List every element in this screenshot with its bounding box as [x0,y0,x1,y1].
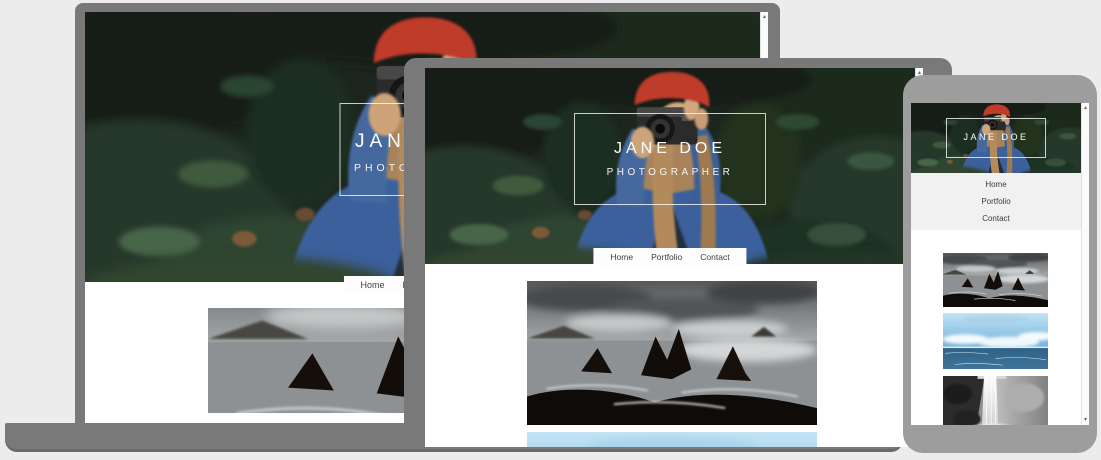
site-title-box: JANE DOE [946,118,1046,158]
site-subtitle: PHOTOGRAPHER [575,167,765,178]
tablet-screen: JANE DOE PHOTOGRAPHER Home Portfolio Con… [425,68,923,447]
scroll-down-icon[interactable]: ▾ [1082,417,1089,423]
phone-nav-bar: Home Portfolio Contact [911,173,1081,230]
ocean-horizon-photo [943,313,1048,369]
site-title-box: JANE DOE PHOTOGRAPHER [574,113,766,205]
responsive-preview-canvas: JANE DOE PHOTOGRAPHER Home Portfolio Con… [0,0,1101,460]
nav-item-home[interactable]: Home [985,180,1006,189]
portfolio-image-waterfall[interactable] [943,376,1048,425]
tablet-mockup: JANE DOE PHOTOGRAPHER Home Portfolio Con… [404,58,952,447]
portfolio-image-rocky-seascape[interactable] [943,253,1048,307]
nav-item-home[interactable]: Home [610,252,633,262]
nav-item-portfolio[interactable]: Portfolio [981,197,1010,206]
rocky-seascape-photo [943,253,1048,307]
nav-item-portfolio[interactable]: Portfolio [651,252,682,262]
site-title: JANE DOE [947,132,1045,142]
rocky-seascape-photo [527,281,817,425]
portfolio-image-ocean-horizon[interactable] [527,432,817,447]
phone-screen: JANE DOE Home Portfolio Contact [911,103,1089,425]
portfolio-image-ocean-horizon[interactable] [943,313,1048,369]
waterfall-photo [943,376,1048,425]
ocean-horizon-photo [527,432,817,447]
scroll-up-icon[interactable]: ▴ [761,14,768,20]
tablet-page: JANE DOE PHOTOGRAPHER Home Portfolio Con… [425,68,915,447]
phone-scrollbar[interactable]: ▴ ▾ [1081,103,1089,425]
phone-mockup: JANE DOE Home Portfolio Contact [903,75,1097,453]
phone-page: JANE DOE Home Portfolio Contact [911,103,1081,425]
site-title: JANE DOE [575,140,765,158]
portfolio-image-rocky-seascape[interactable] [527,281,817,425]
nav-item-contact[interactable]: Contact [982,214,1010,223]
tablet-nav-bar: Home Portfolio Contact [593,248,746,266]
phone-hero-section: JANE DOE [911,103,1081,173]
nav-item-home[interactable]: Home [360,280,384,290]
scroll-up-icon[interactable]: ▴ [1082,105,1089,111]
nav-item-contact[interactable]: Contact [700,252,729,262]
tablet-hero-section: JANE DOE PHOTOGRAPHER [425,68,915,264]
